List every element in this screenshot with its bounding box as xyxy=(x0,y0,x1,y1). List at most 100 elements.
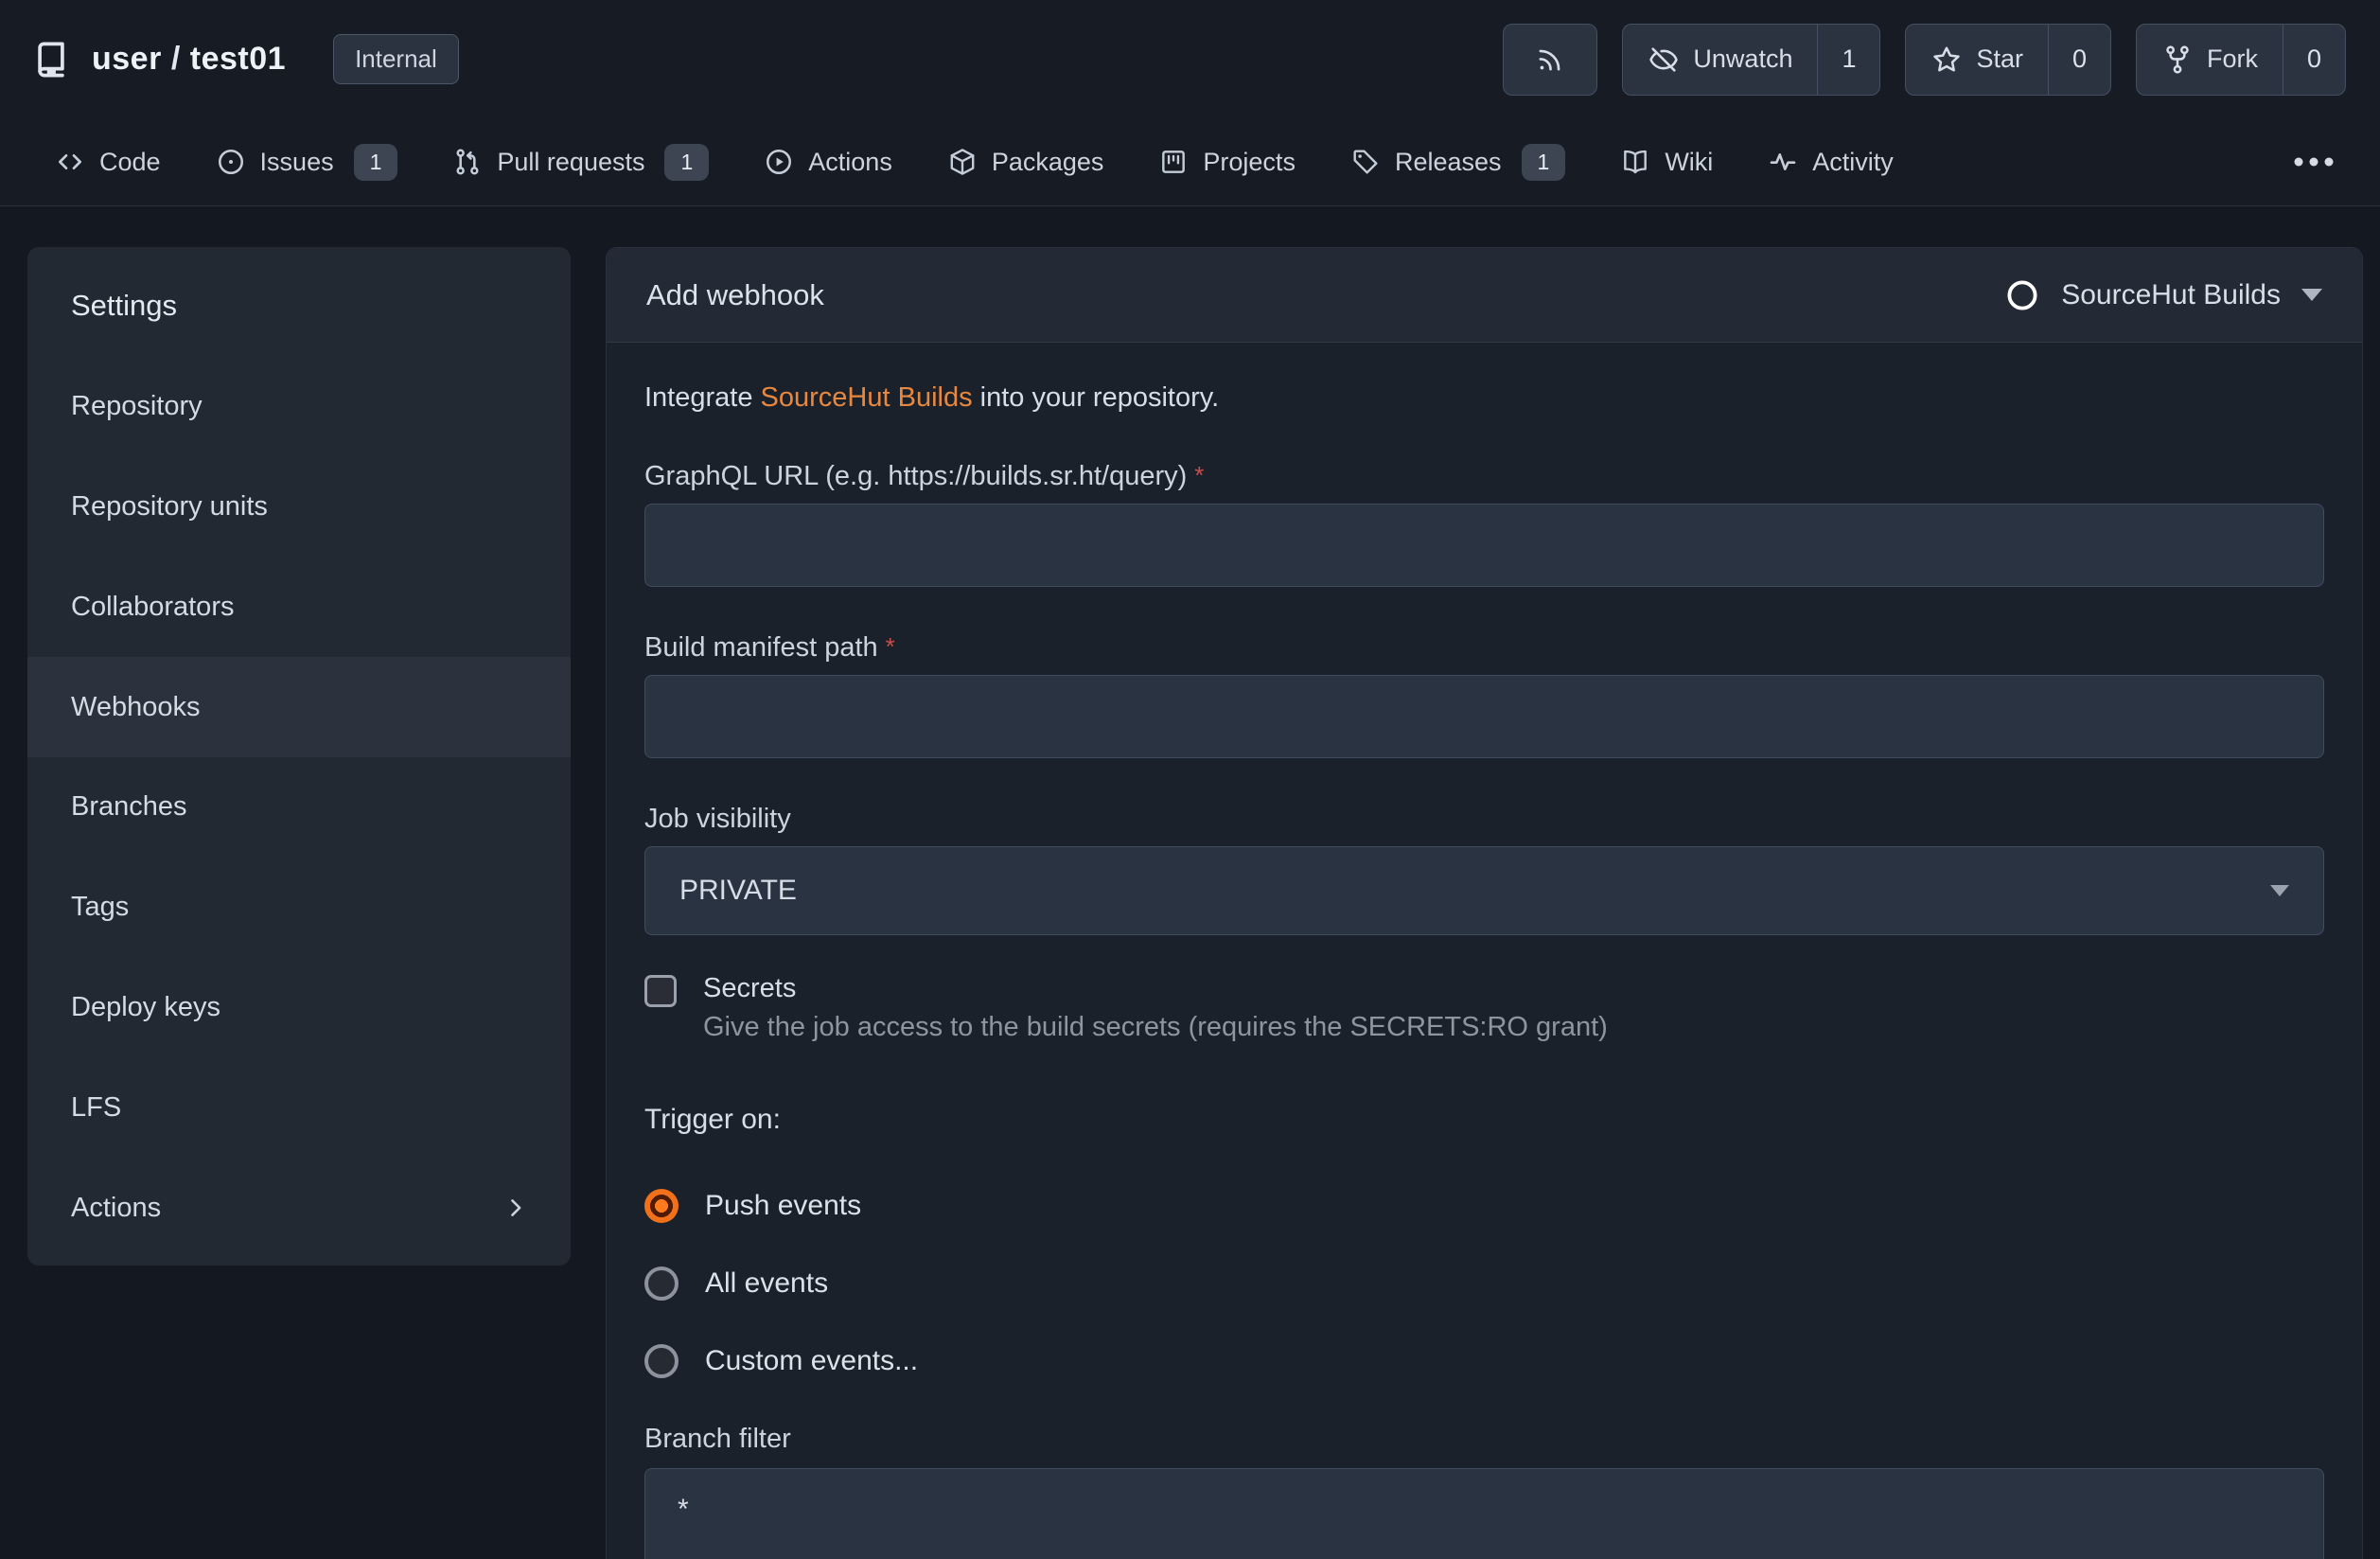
chevron-down-icon xyxy=(2270,885,2289,896)
rss-icon xyxy=(1535,44,1565,75)
star-icon xyxy=(1930,44,1963,76)
tab-issues[interactable]: Issues 1 xyxy=(216,143,398,181)
tab-code[interactable]: Code xyxy=(55,147,161,177)
settings-content: Settings Repository Repository units Col… xyxy=(0,206,2380,1559)
sidebar-item-label: Repository units xyxy=(71,490,268,522)
required-asterisk: * xyxy=(1194,461,1205,489)
branch-filter-label: Branch filter xyxy=(644,1424,791,1454)
settings-sidebar: Settings Repository Repository units Col… xyxy=(27,247,571,1266)
repo-book-icon xyxy=(31,38,71,81)
trigger-option-push-events[interactable]: Push events xyxy=(644,1189,2324,1223)
tab-label: Releases xyxy=(1394,147,1502,176)
sidebar-title: Settings xyxy=(71,288,178,322)
label-text: GraphQL URL (e.g. https://builds.sr.ht/q… xyxy=(644,461,1188,491)
issues-count-badge: 1 xyxy=(353,143,398,181)
fork-icon xyxy=(2161,44,2194,76)
eye-off-icon xyxy=(1648,44,1680,76)
tab-releases[interactable]: Releases 1 xyxy=(1350,143,1566,181)
sidebar-item-actions[interactable]: Actions xyxy=(27,1158,571,1258)
sourcehut-builds-link[interactable]: SourceHut Builds xyxy=(761,382,973,413)
sidebar-item-repository[interactable]: Repository xyxy=(27,357,571,457)
sourcehut-circle-icon xyxy=(2004,277,2040,313)
tag-icon xyxy=(1350,147,1381,177)
tab-label: Actions xyxy=(808,147,892,176)
code-icon xyxy=(55,147,85,177)
secrets-label[interactable]: Secrets xyxy=(703,973,1608,1004)
issue-icon xyxy=(216,147,246,177)
sidebar-item-branches[interactable]: Branches xyxy=(27,757,571,858)
manifest-path-input[interactable] xyxy=(644,675,2324,758)
rss-button[interactable] xyxy=(1503,23,1598,96)
tab-label: Pull requests xyxy=(497,147,645,176)
add-webhook-panel: Add webhook SourceHut Builds Integrate S… xyxy=(606,247,2363,1559)
sidebar-item-tags[interactable]: Tags xyxy=(27,858,571,958)
manifest-path-label: Build manifest path * xyxy=(644,632,2324,664)
project-board-icon xyxy=(1158,147,1189,177)
tab-label: Packages xyxy=(991,147,1104,176)
star-label: Star xyxy=(1976,44,2023,73)
radio-all-events[interactable] xyxy=(644,1267,679,1301)
intro-suffix: into your repository. xyxy=(972,382,1220,413)
repo-separator: / xyxy=(170,41,181,77)
radio-label: All events xyxy=(705,1267,829,1299)
graphql-url-input[interactable] xyxy=(644,504,2324,587)
job-visibility-select[interactable]: PRIVATE xyxy=(644,846,2324,935)
repo-owner[interactable]: user xyxy=(92,41,162,77)
repo-slug[interactable]: test01 xyxy=(190,41,286,77)
sidebar-item-deploy-keys[interactable]: Deploy keys xyxy=(27,958,571,1058)
radio-custom-events[interactable] xyxy=(644,1344,679,1378)
webhook-type-dropdown[interactable]: SourceHut Builds xyxy=(2004,277,2322,313)
chevron-right-icon xyxy=(502,1195,529,1221)
radio-label: Custom events... xyxy=(705,1345,919,1376)
branch-filter-input[interactable]: * xyxy=(644,1468,2324,1559)
sidebar-item-webhooks[interactable]: Webhooks xyxy=(27,657,571,757)
trigger-option-all-events[interactable]: All events xyxy=(644,1267,2324,1301)
trigger-option-custom-events[interactable]: Custom events... xyxy=(644,1344,2324,1378)
sidebar-item-lfs[interactable]: LFS xyxy=(27,1057,571,1158)
tab-label: Activity xyxy=(1812,147,1894,176)
pull-request-icon xyxy=(452,147,483,177)
repo-title: user / test01 Internal xyxy=(31,34,459,84)
intro-prefix: Integrate xyxy=(644,382,761,413)
fork-count[interactable]: 0 xyxy=(2283,24,2345,95)
radio-push-events[interactable] xyxy=(644,1189,679,1223)
label-text: Build manifest path xyxy=(644,632,878,663)
sidebar-item-repository-units[interactable]: Repository units xyxy=(27,457,571,558)
secrets-row: Secrets Give the job access to the build… xyxy=(644,973,2324,1043)
star-button[interactable]: Star 0 xyxy=(1905,23,2111,96)
sidebar-item-label: Collaborators xyxy=(71,591,235,622)
tab-pull-requests[interactable]: Pull requests 1 xyxy=(452,143,710,181)
secrets-checkbox[interactable] xyxy=(644,975,677,1007)
watch-count[interactable]: 1 xyxy=(1817,24,1879,95)
star-count[interactable]: 0 xyxy=(2048,24,2110,95)
watch-button[interactable]: Unwatch 1 xyxy=(1622,23,1881,96)
repo-nav-tabs: Code Issues 1 Pull requests 1 Actions Pa… xyxy=(0,118,2380,206)
repo-name[interactable]: user / test01 xyxy=(92,41,286,78)
intro-text: Integrate SourceHut Builds into your rep… xyxy=(644,382,2324,414)
sidebar-item-label: Branches xyxy=(71,791,187,823)
sidebar-item-collaborators[interactable]: Collaborators xyxy=(27,557,571,657)
tab-projects[interactable]: Projects xyxy=(1158,147,1296,177)
tab-wiki[interactable]: Wiki xyxy=(1620,147,1713,177)
job-visibility-value: PRIVATE xyxy=(679,875,797,906)
required-asterisk: * xyxy=(885,632,895,661)
graphql-url-label: GraphQL URL (e.g. https://builds.sr.ht/q… xyxy=(644,461,2324,492)
tab-actions[interactable]: Actions xyxy=(764,147,892,177)
sidebar-item-label: Deploy keys xyxy=(71,991,220,1022)
ellipsis-icon xyxy=(2289,147,2338,177)
radio-label: Push events xyxy=(705,1190,862,1221)
tab-label: Wiki xyxy=(1665,147,1714,176)
webhook-type-label: SourceHut Builds xyxy=(2061,278,2281,310)
fork-label: Fork xyxy=(2207,44,2258,73)
tab-packages[interactable]: Packages xyxy=(947,147,1104,177)
chevron-down-icon xyxy=(2301,289,2322,301)
sidebar-item-label: Webhooks xyxy=(71,691,201,722)
nav-overflow-button[interactable] xyxy=(2289,147,2338,177)
job-visibility-label: Job visibility xyxy=(644,804,791,834)
panel-header: Add webhook SourceHut Builds xyxy=(607,248,2362,343)
tab-label: Projects xyxy=(1203,147,1296,176)
tab-activity[interactable]: Activity xyxy=(1768,147,1894,177)
fork-button[interactable]: Fork 0 xyxy=(2136,23,2346,96)
sidebar-item-label: LFS xyxy=(71,1091,122,1123)
tab-label: Issues xyxy=(259,147,334,176)
